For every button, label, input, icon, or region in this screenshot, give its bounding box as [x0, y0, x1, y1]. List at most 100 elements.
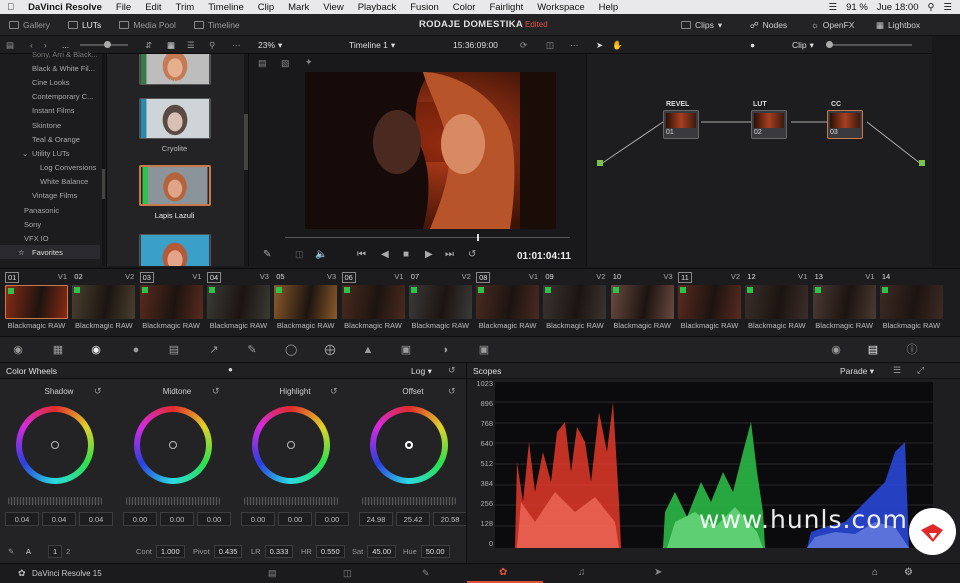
master-wheel-jog[interactable]: [244, 497, 338, 505]
value-y[interactable]: 0.04: [5, 512, 39, 526]
clip-thumbnail[interactable]: 14 Blackmagic RAW: [878, 269, 945, 335]
value-r[interactable]: 0.04: [42, 512, 76, 526]
tab-nodes[interactable]: ☍ Nodes: [750, 14, 787, 36]
value-y[interactable]: 0.00: [241, 512, 275, 526]
clip-thumbnail[interactable]: 07 V2 Blackmagic RAW: [407, 269, 474, 335]
eye-icon[interactable]: ◉: [830, 345, 842, 356]
menu-mark[interactable]: Mark: [281, 2, 316, 13]
list-item[interactable]: White Balance: [40, 177, 88, 186]
list-scrollbar[interactable]: [102, 54, 105, 266]
clip-thumbnail[interactable]: 03 V1 Blackmagic RAW: [138, 269, 205, 335]
list-item[interactable]: Sony, Arri & Black...: [32, 50, 98, 59]
list-item[interactable]: Utility LUTs: [32, 149, 70, 158]
curves-icon[interactable]: ↗: [208, 345, 220, 356]
menu-help[interactable]: Help: [592, 2, 626, 13]
favorites-row[interactable]: ☆ Favorites: [0, 245, 100, 259]
highlight-icon[interactable]: ▧: [281, 58, 290, 69]
menu-view[interactable]: View: [316, 2, 350, 13]
camera-raw-icon[interactable]: ◉: [12, 345, 24, 356]
list-item[interactable]: VFX IO: [24, 234, 49, 243]
clip-thumbnail[interactable]: 10 V3 Blackmagic RAW: [609, 269, 676, 335]
color-wheel[interactable]: [134, 406, 212, 484]
tab-openfx[interactable]: ☼ OpenFX: [811, 14, 854, 36]
play-reverse-icon[interactable]: ◀: [381, 249, 389, 260]
value-b[interactable]: 20.58: [433, 512, 467, 526]
menu-playback[interactable]: Playback: [351, 2, 404, 13]
master-wheel-jog[interactable]: [362, 497, 456, 505]
menu-clip[interactable]: Clip: [251, 2, 281, 13]
menu-list-icon[interactable]: ☰: [943, 2, 952, 13]
menu-timeline[interactable]: Timeline: [201, 2, 251, 13]
lut-thumb-cryolite[interactable]: [139, 98, 211, 139]
page-cut-icon[interactable]: ◫: [343, 568, 352, 579]
wheel-handle[interactable]: [405, 441, 413, 449]
volume-icon[interactable]: 🔈: [315, 249, 327, 260]
color-wheel[interactable]: [370, 406, 448, 484]
clip-thumbnail[interactable]: 06 V1 Blackmagic RAW: [340, 269, 407, 335]
node-revel[interactable]: 01: [663, 110, 699, 139]
page-media-icon[interactable]: ▤: [268, 568, 277, 579]
value-r[interactable]: 25.42: [396, 512, 430, 526]
tab-gallery[interactable]: Gallery: [0, 14, 59, 36]
saturation-field[interactable]: Sat 45.00: [352, 544, 397, 558]
info-icon[interactable]: ⓘ: [906, 345, 918, 356]
search-icon[interactable]: ⚲: [928, 2, 935, 13]
play-icon[interactable]: ▶: [425, 249, 433, 260]
value-b[interactable]: 0.04: [79, 512, 113, 526]
value-y[interactable]: 24.98: [359, 512, 393, 526]
page-dot-icon[interactable]: ●: [228, 365, 233, 374]
page-edit-icon[interactable]: ✎: [422, 568, 430, 579]
page-color-tab[interactable]: ✿: [467, 564, 543, 583]
color-wheels-icon[interactable]: ◉: [90, 345, 102, 356]
reset-icon[interactable]: ↺: [448, 386, 456, 397]
video-frame[interactable]: [305, 72, 556, 229]
page-1-button[interactable]: 1: [48, 544, 63, 558]
chevron-down-icon[interactable]: ⌄: [22, 149, 28, 158]
settings-gear-icon[interactable]: ⚙: [904, 567, 913, 578]
eyedropper-icon[interactable]: ✎: [263, 249, 271, 260]
master-wheel-jog[interactable]: [126, 497, 220, 505]
value-b[interactable]: 0.00: [315, 512, 349, 526]
motion-effects-icon[interactable]: ▤: [168, 345, 180, 356]
list-item[interactable]: Teal & Orange: [32, 135, 80, 144]
node-mode-select[interactable]: Clip ▾: [792, 39, 814, 51]
node-cc[interactable]: 03: [827, 110, 863, 139]
wheel-handle[interactable]: [51, 441, 59, 449]
menu-fusion[interactable]: Fusion: [403, 2, 446, 13]
tab-clips[interactable]: Clips ▾: [681, 14, 722, 36]
master-wheel-jog[interactable]: [8, 497, 102, 505]
page-2-button[interactable]: 2: [66, 547, 70, 556]
wheel-handle[interactable]: [287, 441, 295, 449]
sort-icon[interactable]: ⇵: [145, 39, 152, 51]
hue-field[interactable]: Hue 50.00: [403, 544, 450, 558]
stop-icon[interactable]: ■: [403, 249, 409, 260]
clip-thumbnail[interactable]: 05 V3 Blackmagic RAW: [272, 269, 339, 335]
blur-icon[interactable]: ▲: [362, 345, 374, 356]
list-item[interactable]: Panasonic: [24, 206, 59, 215]
panel-layout-icon[interactable]: ▤: [6, 39, 14, 51]
list-item[interactable]: Vintage Films: [32, 191, 77, 200]
clip-thumbnail[interactable]: 12 V1 Blackmagic RAW: [743, 269, 810, 335]
list-view-icon[interactable]: ☰: [187, 39, 195, 51]
scope-type-select[interactable]: Parade ▾: [840, 366, 874, 377]
auto-balance-icon[interactable]: A: [26, 544, 31, 558]
color-wheel[interactable]: [252, 406, 330, 484]
home-icon[interactable]: ⌂: [872, 567, 878, 578]
rgb-mixer-icon[interactable]: ●: [130, 345, 142, 356]
menu-file[interactable]: File: [109, 2, 138, 13]
apple-icon[interactable]: : [0, 2, 21, 13]
node-zoom-slider[interactable]: [826, 39, 916, 51]
scrubber-bar[interactable]: [285, 234, 570, 241]
mode-select[interactable]: Log ▾: [411, 366, 432, 377]
image-wipe-icon[interactable]: ▤: [258, 58, 267, 69]
clip-thumbnail[interactable]: 11 V2 Blackmagic RAW: [676, 269, 743, 335]
clip-thumbnail[interactable]: 04 V3 Blackmagic RAW: [205, 269, 272, 335]
clip-thumbnail[interactable]: 02 V2 Blackmagic RAW: [70, 269, 137, 335]
playhead[interactable]: [477, 234, 479, 241]
color-wheel[interactable]: [16, 406, 94, 484]
hand-icon[interactable]: ✋: [612, 39, 623, 51]
node-lut[interactable]: 02: [751, 110, 787, 139]
value-y[interactable]: 0.00: [123, 512, 157, 526]
clock[interactable]: Jue 18:00: [877, 2, 919, 13]
list-item[interactable]: Cine Looks: [32, 78, 70, 87]
